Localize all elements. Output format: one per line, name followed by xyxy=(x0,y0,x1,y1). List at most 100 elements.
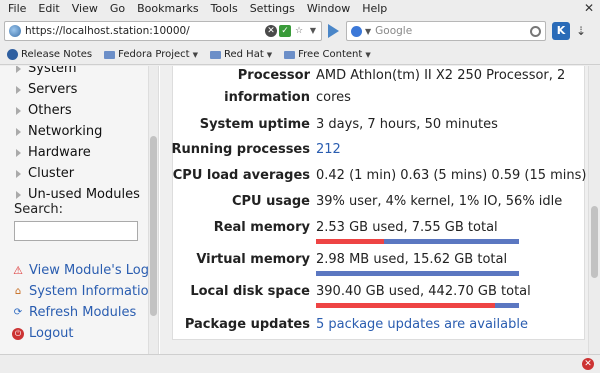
category-cluster[interactable]: Cluster xyxy=(16,163,140,184)
site-identity-icon[interactable] xyxy=(9,25,21,37)
bookmark-label: Fedora Project xyxy=(118,49,190,60)
bookmarks-toolbar: Release Notes Fedora Project ▼ Red Hat ▼… xyxy=(0,45,600,65)
search-input[interactable]: ▼ Google xyxy=(346,21,546,41)
cpu-load-value: 0.42 (1 min) 0.63 (5 mins) 0.59 (15 mins… xyxy=(316,168,587,183)
menu-go[interactable]: Go xyxy=(104,2,131,15)
real-memory-value: 2.53 GB used, 7.55 GB total xyxy=(316,220,498,235)
view-module-logs-link[interactable]: ⚠ View Module's Logs xyxy=(12,260,157,281)
category-label: Hardware xyxy=(28,145,91,160)
bookmark-label: Red Hat xyxy=(224,49,264,60)
menu-tools[interactable]: Tools xyxy=(205,2,244,15)
bookmark-free-content[interactable]: Free Content ▼ xyxy=(284,49,371,60)
category-label: System xyxy=(28,66,77,76)
expand-triangle-icon xyxy=(16,127,21,136)
expand-triangle-icon xyxy=(16,169,21,178)
main-scrollbar[interactable] xyxy=(588,66,600,354)
module-search-input[interactable] xyxy=(14,221,138,241)
url-bar[interactable]: https://localhost.station:10000/ ✕ ✓ ☆ ▼ xyxy=(4,21,322,41)
expand-triangle-icon xyxy=(16,66,21,73)
category-label: Un-used Modules xyxy=(28,187,140,202)
left-sidebar: System Servers Others Networking Hardwar… xyxy=(0,66,159,354)
folder-icon xyxy=(104,50,116,59)
virtual-memory-bar xyxy=(316,271,519,276)
module-category-tree: System Servers Others Networking Hardwar… xyxy=(16,66,140,205)
disk-space-value: 390.40 GB used, 442.70 GB total xyxy=(316,284,531,299)
url-text[interactable]: https://localhost.station:10000/ xyxy=(25,25,265,37)
processor-label-line2: information xyxy=(224,90,310,105)
status-bar: ✕ xyxy=(0,354,600,373)
bookmark-label: Release Notes xyxy=(21,49,93,60)
search-placeholder[interactable]: Google xyxy=(375,25,530,37)
cpu-usage-label: CPU usage xyxy=(231,194,310,209)
system-information-link[interactable]: ⌂ System Information xyxy=(12,281,157,302)
uptime-label: System uptime xyxy=(199,117,310,132)
bookmark-star-icon[interactable]: ☆ xyxy=(293,25,305,37)
sidebar-links: ⚠ View Module's Logs ⌂ System Information … xyxy=(12,260,157,344)
page-content: System Servers Others Networking Hardwar… xyxy=(0,66,600,354)
bookmark-fedora-project[interactable]: Fedora Project ▼ xyxy=(104,49,198,60)
scrollbar-thumb[interactable] xyxy=(591,206,598,278)
refresh-modules-link[interactable]: ⟳ Refresh Modules xyxy=(12,302,157,323)
bookmark-release-notes[interactable]: Release Notes xyxy=(7,49,92,60)
menu-settings[interactable]: Settings xyxy=(244,2,301,15)
category-system[interactable]: System xyxy=(16,66,140,79)
uptime-value: 3 days, 7 hours, 50 minutes xyxy=(316,117,498,132)
go-arrow-icon[interactable] xyxy=(328,24,339,38)
clear-icon[interactable]: ✕ xyxy=(265,25,277,37)
chevron-down-icon: ▼ xyxy=(192,50,198,59)
processes-label: Running processes xyxy=(171,142,310,157)
disk-space-bar xyxy=(316,303,519,308)
expand-triangle-icon xyxy=(16,85,21,94)
menu-file[interactable]: File xyxy=(0,2,32,15)
real-memory-bar-used xyxy=(316,239,384,244)
close-window-icon[interactable]: ✕ xyxy=(584,1,594,15)
menubar: File Edit View Go Bookmarks Tools Settin… xyxy=(0,0,600,17)
category-hardware[interactable]: Hardware xyxy=(16,142,140,163)
package-updates-label: Package updates xyxy=(184,317,310,332)
menu-help[interactable]: Help xyxy=(356,2,393,15)
link-label: System Information xyxy=(29,284,157,299)
menu-window[interactable]: Window xyxy=(301,2,356,15)
search-label: Search: xyxy=(14,202,64,217)
scrollbar-thumb[interactable] xyxy=(150,136,157,316)
refresh-icon: ⟳ xyxy=(13,306,23,318)
k-app-icon[interactable]: K xyxy=(552,22,570,40)
processes-link[interactable]: 212 xyxy=(316,142,341,157)
menu-edit[interactable]: Edit xyxy=(32,2,65,15)
bookmark-red-hat[interactable]: Red Hat ▼ xyxy=(210,49,272,60)
toolbar-menu-icon[interactable]: ⇣ xyxy=(576,24,586,38)
category-label: Servers xyxy=(28,82,78,97)
menu-view[interactable]: View xyxy=(66,2,104,15)
search-engine-dropdown-icon[interactable]: ▼ xyxy=(365,27,371,36)
stop-icon[interactable]: ✕ xyxy=(582,358,594,370)
menu-bookmarks[interactable]: Bookmarks xyxy=(131,2,204,15)
sidebar-scrollbar[interactable] xyxy=(148,66,158,354)
processor-value: AMD Athlon(tm) II X2 250 Processor, 2 xyxy=(316,68,566,83)
magnifier-icon[interactable] xyxy=(530,25,541,37)
google-icon[interactable] xyxy=(351,25,362,37)
real-memory-label: Real memory xyxy=(213,220,310,235)
url-dropdown-icon[interactable]: ▼ xyxy=(307,25,319,37)
expand-triangle-icon xyxy=(16,148,21,157)
virtual-memory-label: Virtual memory xyxy=(196,252,310,267)
link-label: Logout xyxy=(29,326,74,341)
shield-icon[interactable]: ✓ xyxy=(279,25,291,37)
bookmark-label: Free Content xyxy=(298,49,363,60)
processor-label: Processor xyxy=(237,68,310,83)
chevron-down-icon: ▼ xyxy=(365,50,371,59)
category-networking[interactable]: Networking xyxy=(16,121,140,142)
system-info-panel xyxy=(160,66,600,354)
package-updates-link[interactable]: 5 package updates are available xyxy=(316,317,528,332)
logout-link[interactable]: ⏻ Logout xyxy=(12,323,157,344)
virtual-memory-value: 2.98 MB used, 15.62 GB total xyxy=(316,252,508,267)
home-icon: ⌂ xyxy=(14,285,22,297)
link-label: View Module's Logs xyxy=(29,263,156,278)
expand-triangle-icon xyxy=(16,190,21,199)
category-others[interactable]: Others xyxy=(16,100,140,121)
expand-triangle-icon xyxy=(16,106,21,115)
category-label: Cluster xyxy=(28,166,75,181)
category-servers[interactable]: Servers xyxy=(16,79,140,100)
category-label: Others xyxy=(28,103,72,118)
warning-icon: ⚠ xyxy=(13,263,23,277)
link-label: Refresh Modules xyxy=(29,305,137,320)
